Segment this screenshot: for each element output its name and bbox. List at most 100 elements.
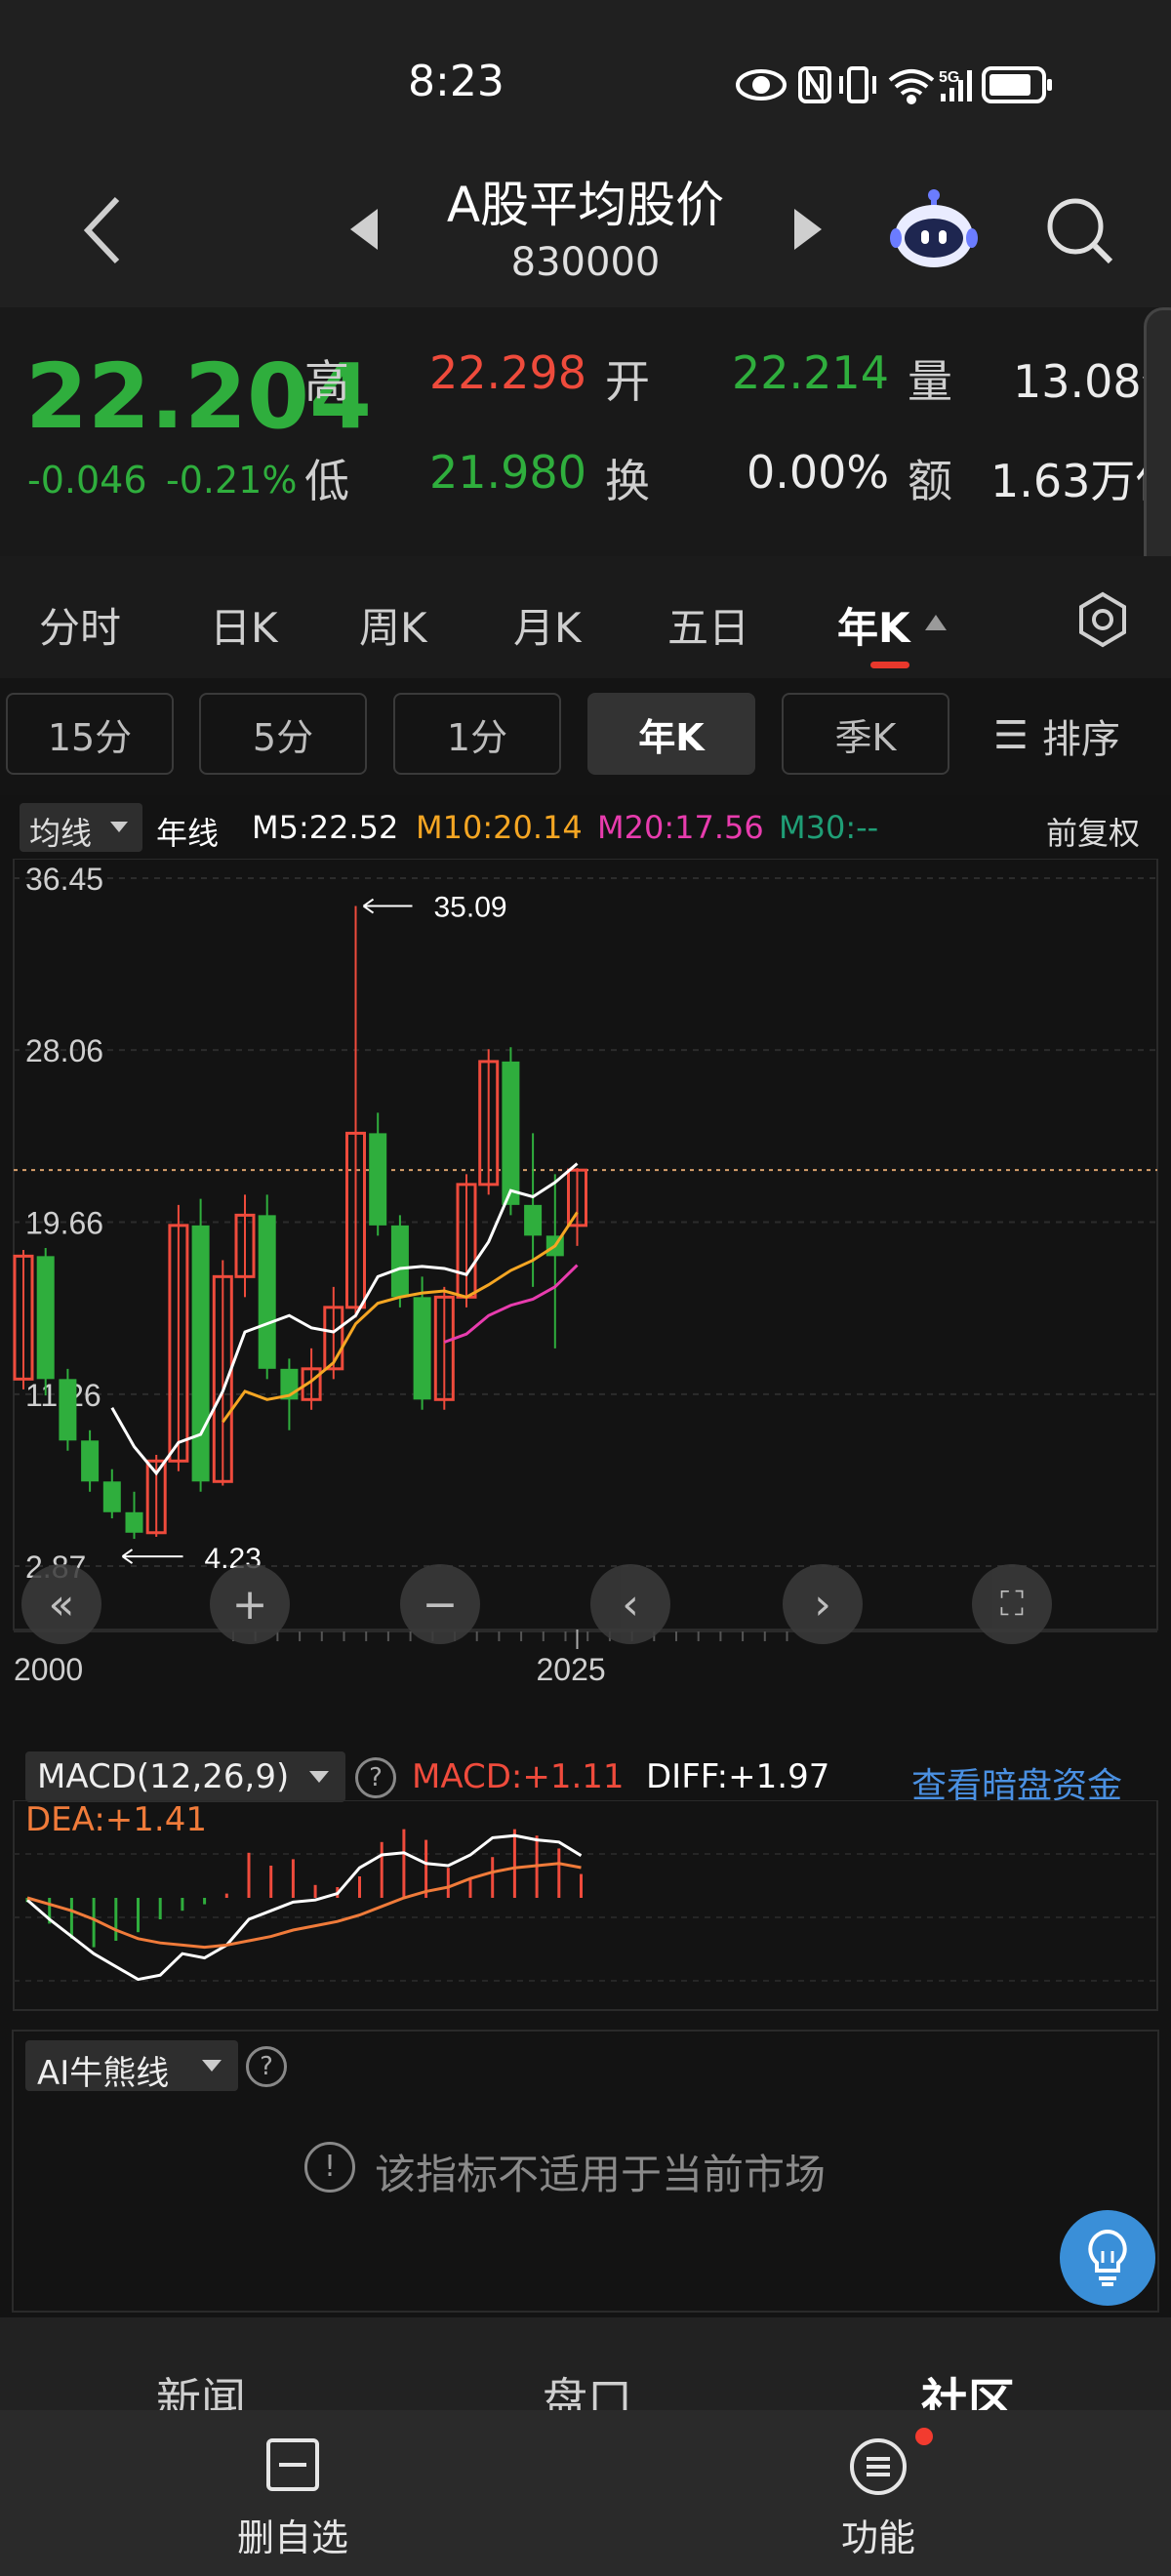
tab-five-day[interactable]: 五日 bbox=[667, 595, 749, 655]
candlestick bbox=[102, 1469, 121, 1519]
open-value: 22.214 bbox=[732, 346, 889, 399]
y-tick-label: 36.45 bbox=[25, 862, 103, 897]
candlestick bbox=[390, 1215, 409, 1308]
svg-text:5G: 5G bbox=[939, 69, 959, 86]
robot-assistant-icon[interactable] bbox=[888, 185, 980, 277]
scroll-right-button[interactable]: › bbox=[783, 1564, 863, 1644]
status-time: 8:23 bbox=[408, 57, 505, 106]
tab-weekly-k[interactable]: 周K bbox=[359, 595, 427, 655]
sort-button[interactable]: ☰ 排序 bbox=[993, 707, 1120, 764]
eye-icon bbox=[736, 69, 787, 101]
macd-selector-label: MACD(12,26,9) bbox=[37, 1757, 290, 1796]
candlestick bbox=[456, 1174, 477, 1308]
zoom-in-button[interactable]: + bbox=[210, 1564, 290, 1644]
tab-yearly-k[interactable]: 年K bbox=[837, 595, 910, 655]
high-label: 高 bbox=[304, 355, 349, 408]
subtab-yearly-k[interactable]: 年K bbox=[587, 693, 755, 775]
zoom-out-button[interactable]: − bbox=[400, 1564, 480, 1644]
candlestick bbox=[545, 1174, 564, 1348]
minus-square-icon bbox=[266, 2438, 319, 2491]
ai-selector[interactable]: AI牛熊线 bbox=[25, 2040, 238, 2093]
status-icons: 5G bbox=[736, 66, 1052, 104]
ma-line-m20 bbox=[443, 1264, 579, 1344]
nfc-icon bbox=[798, 66, 831, 103]
ma-line-m5 bbox=[110, 1162, 579, 1476]
low-value: 21.980 bbox=[429, 446, 586, 499]
candlestick bbox=[413, 1276, 431, 1410]
candle-body bbox=[36, 1256, 55, 1380]
candlestick bbox=[13, 1250, 34, 1389]
candlestick bbox=[369, 1112, 387, 1236]
sort-label: 排序 bbox=[1041, 717, 1120, 762]
subtab-quarterly-k[interactable]: 季K bbox=[782, 693, 949, 775]
macd-chart[interactable] bbox=[0, 1800, 1171, 2044]
status-bar: 8:23 5G bbox=[0, 0, 1171, 146]
settings-icon[interactable] bbox=[1073, 590, 1132, 649]
plus-icon: + bbox=[231, 1579, 268, 1630]
subtab-15min[interactable]: 15分 bbox=[6, 693, 174, 775]
kline-chart[interactable]: 36.4528.0619.6611.262.8735.094.232000202… bbox=[0, 859, 1171, 1834]
info-icon: ! bbox=[304, 2142, 355, 2193]
function-button[interactable]: 功能 bbox=[781, 2428, 976, 2564]
candle-body bbox=[502, 1061, 520, 1205]
adjust-label[interactable]: 前复权 bbox=[1046, 809, 1140, 854]
volume-label: 量 bbox=[908, 355, 952, 408]
candlestick bbox=[258, 1194, 276, 1380]
candlestick bbox=[125, 1491, 143, 1540]
candle-body bbox=[413, 1297, 431, 1400]
tab-daily-k[interactable]: 日K bbox=[210, 595, 278, 655]
sub-period-tabs: 15分 5分 1分 年K 季K ☰ 排序 bbox=[0, 678, 1171, 795]
back-icon[interactable] bbox=[78, 193, 127, 267]
ma-selector-label: 均线 bbox=[29, 815, 93, 852]
candle-body bbox=[390, 1225, 409, 1298]
x-tick-label: 2000 bbox=[14, 1652, 83, 1687]
chart-frame bbox=[13, 859, 1158, 1630]
menu-circle-icon bbox=[850, 2438, 907, 2495]
candle-body bbox=[102, 1481, 121, 1512]
fullscreen-button[interactable]: ⛶ bbox=[972, 1564, 1052, 1644]
remove-watchlist-label: 删自选 bbox=[236, 2516, 348, 2559]
bottom-toolbar: 删自选 功能 bbox=[0, 2410, 1171, 2576]
candle-body bbox=[125, 1511, 143, 1533]
macd-selector[interactable]: MACD(12,26,9) bbox=[25, 1751, 345, 1802]
tips-button[interactable] bbox=[1060, 2210, 1155, 2306]
tab-monthly-k[interactable]: 月K bbox=[513, 595, 582, 655]
help-icon[interactable]: ? bbox=[246, 2046, 287, 2087]
macd-line-diff bbox=[26, 1833, 583, 1982]
max-label: 35.09 bbox=[434, 892, 507, 924]
subtab-5min[interactable]: 5分 bbox=[199, 693, 367, 775]
candle-body bbox=[81, 1440, 100, 1482]
ai-selector-label: AI牛熊线 bbox=[37, 2054, 170, 2093]
notification-dot bbox=[915, 2428, 933, 2445]
scroll-left-fast-button[interactable]: « bbox=[21, 1564, 101, 1644]
open-label: 开 bbox=[605, 355, 650, 408]
min-arrow bbox=[121, 1549, 183, 1564]
prev-stock-icon[interactable] bbox=[346, 205, 382, 254]
tab-intraday[interactable]: 分时 bbox=[39, 595, 121, 655]
max-arrow bbox=[362, 898, 413, 914]
ma-m5: M5:22.52 bbox=[252, 809, 399, 846]
ma-m20: M20:17.56 bbox=[597, 809, 764, 846]
period-tabs: 分时 日K 周K 月K 五日 年K bbox=[0, 556, 1171, 678]
candlestick bbox=[81, 1429, 100, 1492]
candle-body bbox=[369, 1133, 387, 1226]
ai-notice: 该指标不适用于当前市场 bbox=[375, 2151, 827, 2198]
scroll-left-button[interactable]: ‹ bbox=[590, 1564, 670, 1644]
candlestick bbox=[567, 1168, 587, 1246]
diff-value: DIFF:+1.97 bbox=[646, 1757, 830, 1796]
search-icon[interactable] bbox=[1042, 193, 1116, 267]
next-stock-icon[interactable] bbox=[790, 205, 826, 254]
stock-code: 830000 bbox=[510, 240, 661, 285]
candlestick bbox=[36, 1247, 55, 1396]
macd-value: MACD:+1.11 bbox=[412, 1757, 625, 1796]
candlestick bbox=[234, 1194, 256, 1298]
help-icon[interactable]: ? bbox=[355, 1757, 396, 1798]
remove-watchlist-button[interactable]: 删自选 bbox=[195, 2428, 390, 2564]
ma-selector[interactable]: 均线 bbox=[20, 803, 142, 852]
fullscreen-icon: ⛶ bbox=[1000, 1585, 1024, 1624]
candlestick bbox=[433, 1286, 455, 1410]
function-label: 功能 bbox=[840, 2516, 915, 2559]
high-value: 22.298 bbox=[429, 346, 586, 399]
subtab-1min[interactable]: 1分 bbox=[393, 693, 561, 775]
page-title: A股平均股价 bbox=[446, 177, 725, 233]
